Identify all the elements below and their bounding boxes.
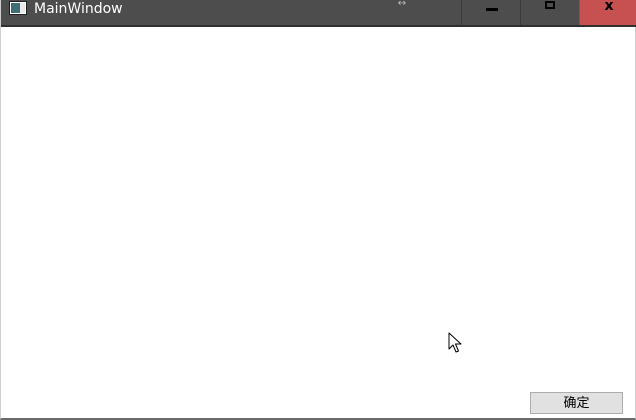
close-icon: x [604, 0, 614, 14]
title-bar[interactable]: MainWindow ↔ x [1, 0, 636, 27]
window-app-icon [9, 1, 27, 15]
confirm-button[interactable]: 确定 [530, 392, 623, 414]
maximize-button[interactable] [520, 0, 579, 27]
main-window: MainWindow ↔ x 确定 [0, 0, 636, 420]
minimize-button[interactable] [461, 0, 520, 27]
maximize-icon [545, 1, 555, 9]
mouse-pointer-icon [448, 332, 462, 353]
minimize-icon [486, 8, 498, 11]
close-button[interactable]: x [579, 0, 636, 27]
resize-arrow-icon: ↔ [397, 0, 407, 9]
window-title: MainWindow [34, 1, 123, 17]
client-area: 确定 [1, 27, 635, 418]
